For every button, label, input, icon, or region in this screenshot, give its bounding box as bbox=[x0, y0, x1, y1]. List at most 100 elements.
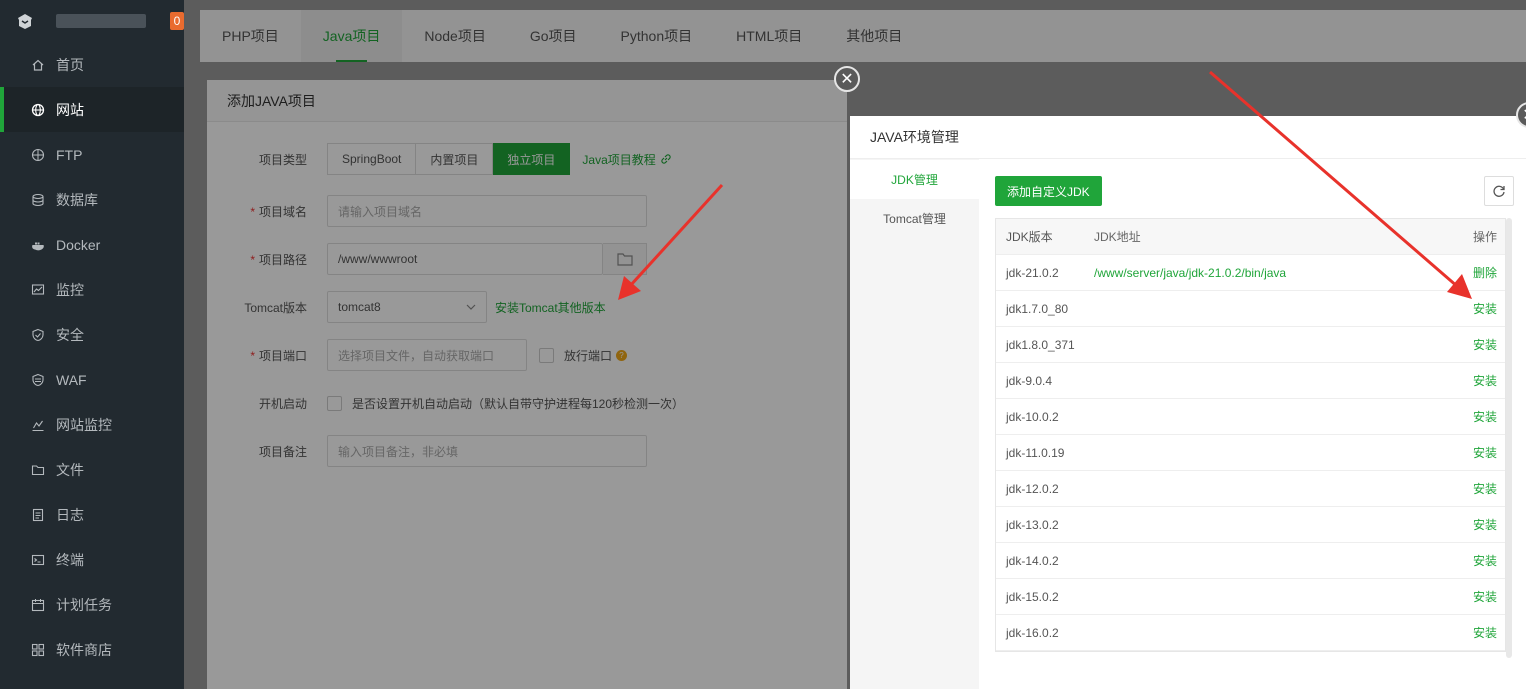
jdk-install-button[interactable]: 安装 bbox=[1445, 372, 1505, 389]
java-env-dialog: JAVA环境管理 JDK管理 Tomcat管理 添加自定义JDK JDK版本 J… bbox=[850, 116, 1526, 689]
sidebar-item-label: 监控 bbox=[56, 281, 84, 298]
jdk-table-row: jdk-21.0.2/www/server/java/jdk-21.0.2/bi… bbox=[996, 255, 1505, 291]
jdk-table-row: jdk1.8.0_371 安装 bbox=[996, 327, 1505, 363]
sidebar-header: 0 bbox=[0, 0, 184, 42]
sidebar-item[interactable]: Docker bbox=[0, 222, 184, 267]
sidebar-item[interactable]: WAF bbox=[0, 357, 184, 402]
jdk-install-button[interactable]: 安装 bbox=[1445, 408, 1505, 425]
jdk-version: jdk1.8.0_371 bbox=[1006, 337, 1075, 352]
jdk-version: jdk-10.0.2 bbox=[1006, 409, 1059, 424]
sidebar-item[interactable]: 数据库 bbox=[0, 177, 184, 222]
jdk-install-button[interactable]: 安装 bbox=[1445, 552, 1505, 569]
sidebar-item-label: 计划任务 bbox=[56, 596, 112, 613]
jdk-version: jdk-21.0.2 bbox=[1006, 265, 1059, 280]
sidebar-item[interactable]: 计划任务 bbox=[0, 582, 184, 627]
sidebar-item-label: FTP bbox=[56, 146, 83, 163]
tab-jdk-manage[interactable]: JDK管理 bbox=[850, 160, 979, 199]
globe-icon bbox=[30, 102, 46, 118]
sidebar-item-label: 终端 bbox=[56, 551, 84, 568]
tab-tomcat-manage[interactable]: Tomcat管理 bbox=[850, 199, 979, 238]
grid-icon bbox=[30, 642, 46, 658]
sidebar-item-label: 网站 bbox=[56, 101, 84, 118]
jdk-install-button[interactable]: 安装 bbox=[1445, 516, 1505, 533]
jdk-table-row: jdk-14.0.2 安装 bbox=[996, 543, 1505, 579]
jdk-table-header: JDK版本 JDK地址 操作 bbox=[996, 219, 1505, 255]
jdk-install-button[interactable]: 安装 bbox=[1445, 336, 1505, 353]
folder-icon bbox=[30, 462, 46, 478]
sidebar-item-label: Docker bbox=[56, 236, 101, 253]
close-add-dialog-button[interactable]: ✕ bbox=[834, 66, 860, 92]
add-custom-jdk-button[interactable]: 添加自定义JDK bbox=[995, 176, 1102, 206]
terminal-icon bbox=[30, 552, 46, 568]
jdk-delete-button[interactable]: 删除 bbox=[1445, 264, 1505, 281]
username[interactable] bbox=[56, 14, 146, 28]
calendar-icon bbox=[30, 597, 46, 613]
jdk-table-row: jdk-12.0.2 安装 bbox=[996, 471, 1505, 507]
jdk-version: jdk-13.0.2 bbox=[1006, 517, 1059, 532]
jdk-version: jdk-14.0.2 bbox=[1006, 553, 1059, 568]
jdk-table-row: jdk-16.0.2 安装 bbox=[996, 615, 1505, 651]
sidebar-item-label: 日志 bbox=[56, 506, 84, 523]
jdk-table: JDK版本 JDK地址 操作 jdk-21.0.2/www/server/jav… bbox=[995, 218, 1506, 652]
col-jdk-path: JDK地址 bbox=[1094, 230, 1141, 244]
waf-shield-icon bbox=[30, 372, 46, 388]
jdk-table-row: jdk-10.0.2 安装 bbox=[996, 399, 1505, 435]
jdk-install-button[interactable]: 安装 bbox=[1445, 300, 1505, 317]
jdk-version: jdk-11.0.19 bbox=[1006, 445, 1065, 460]
sidebar-item-label: 首页 bbox=[56, 56, 84, 73]
sidebar-item[interactable]: 网站监控 bbox=[0, 402, 184, 447]
jdk-version: jdk-16.0.2 bbox=[1006, 625, 1059, 640]
sidebar-item[interactable]: 安全 bbox=[0, 312, 184, 357]
jdk-version: jdk-12.0.2 bbox=[1006, 481, 1059, 496]
jdk-install-button[interactable]: 安装 bbox=[1445, 588, 1505, 605]
sidebar-item[interactable]: FTP bbox=[0, 132, 184, 177]
jdk-version: jdk-9.0.4 bbox=[1006, 373, 1053, 388]
sidebar-item[interactable]: 日志 bbox=[0, 492, 184, 537]
col-action: 操作 bbox=[1472, 230, 1497, 244]
monitor-icon bbox=[30, 282, 46, 298]
close-icon: ✕ bbox=[1522, 105, 1526, 125]
sidebar-item-label: 安全 bbox=[56, 326, 84, 343]
env-dialog-title: JAVA环境管理 bbox=[850, 116, 1526, 159]
jdk-table-row: jdk-11.0.19 安装 bbox=[996, 435, 1505, 471]
sidebar-item-label: 软件商店 bbox=[56, 641, 112, 658]
notification-badge[interactable]: 0 bbox=[169, 12, 184, 30]
sidebar-item-label: 数据库 bbox=[56, 191, 98, 208]
sidebar-item[interactable]: 文件 bbox=[0, 447, 184, 492]
jdk-install-button[interactable]: 安装 bbox=[1445, 480, 1505, 497]
logo-icon bbox=[16, 12, 34, 30]
jdk-path: /www/server/java/jdk-21.0.2/bin/java bbox=[1094, 265, 1287, 280]
jdk-table-row: jdk-15.0.2 安装 bbox=[996, 579, 1505, 615]
jdk-table-row: jdk-13.0.2 安装 bbox=[996, 507, 1505, 543]
home-icon bbox=[30, 57, 46, 73]
sidebar: 0 首页网站 FTP 数据库 Docker 监控安全 WAF 网站监控文件日志终端计划任务软… bbox=[0, 0, 184, 689]
ftp-globe-icon bbox=[30, 147, 46, 163]
refresh-icon bbox=[1493, 185, 1505, 197]
sidebar-item[interactable]: 网站 bbox=[0, 87, 184, 132]
refresh-button[interactable] bbox=[1484, 176, 1514, 206]
jdk-install-button[interactable]: 安装 bbox=[1445, 624, 1505, 641]
jdk-install-button[interactable]: 安装 bbox=[1445, 444, 1505, 461]
log-icon bbox=[30, 507, 46, 523]
sidebar-item-label: 文件 bbox=[56, 461, 84, 478]
sidebar-item-label: 网站监控 bbox=[56, 416, 112, 433]
jdk-version: jdk1.7.0_80 bbox=[1006, 301, 1069, 316]
env-side-tabs: JDK管理 Tomcat管理 bbox=[850, 159, 979, 689]
sidebar-item[interactable]: 监控 bbox=[0, 267, 184, 312]
docker-icon bbox=[30, 237, 46, 253]
table-scrollbar[interactable] bbox=[1506, 218, 1512, 658]
chart-icon bbox=[30, 417, 46, 433]
sidebar-nav: 首页网站 FTP 数据库 Docker 监控安全 WAF 网站监控文件日志终端计划任务软件商… bbox=[0, 42, 184, 672]
jdk-table-row: jdk1.7.0_80 安装 bbox=[996, 291, 1505, 327]
shield-icon bbox=[30, 327, 46, 343]
jdk-table-row: jdk-9.0.4 安装 bbox=[996, 363, 1505, 399]
sidebar-item-label: WAF bbox=[56, 371, 87, 388]
jdk-table-body: jdk-21.0.2/www/server/java/jdk-21.0.2/bi… bbox=[996, 255, 1505, 651]
sidebar-item[interactable]: 终端 bbox=[0, 537, 184, 582]
col-jdk-version: JDK版本 bbox=[1006, 230, 1053, 244]
close-icon: ✕ bbox=[840, 71, 854, 88]
sidebar-item[interactable]: 软件商店 bbox=[0, 627, 184, 672]
database-icon bbox=[30, 192, 46, 208]
jdk-version: jdk-15.0.2 bbox=[1006, 589, 1059, 604]
sidebar-item[interactable]: 首页 bbox=[0, 42, 184, 87]
